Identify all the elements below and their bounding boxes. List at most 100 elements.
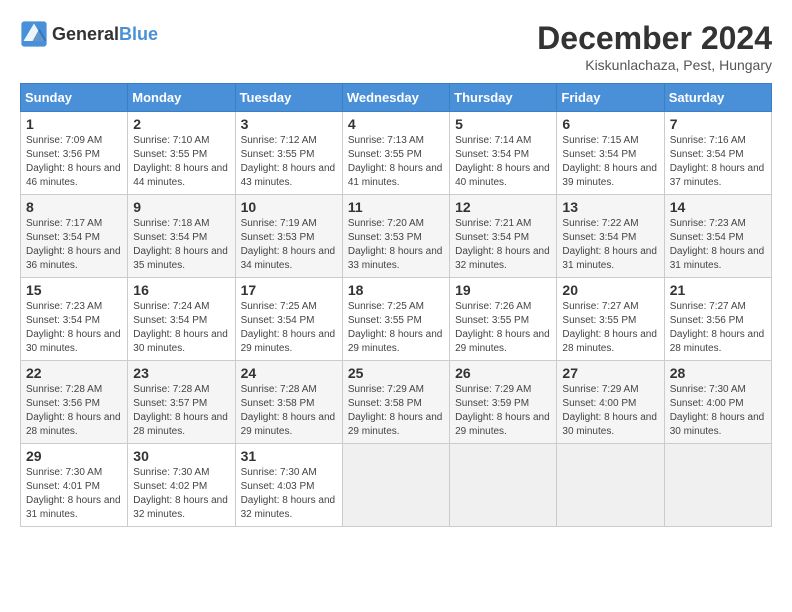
day-info: Sunrise: 7:10 AM Sunset: 3:55 PM Dayligh… [133, 134, 229, 190]
logo-general: General [52, 24, 119, 45]
day-info: Sunrise: 7:22 AM Sunset: 3:54 PM Dayligh… [562, 217, 658, 273]
calendar-week-row: 29 Sunrise: 7:30 AM Sunset: 4:01 PM Dayl… [21, 444, 772, 527]
calendar-week-row: 15 Sunrise: 7:23 AM Sunset: 3:54 PM Dayl… [21, 278, 772, 361]
day-number: 4 [348, 116, 444, 132]
calendar-cell: 5 Sunrise: 7:14 AM Sunset: 3:54 PM Dayli… [450, 112, 557, 195]
calendar-cell: 16 Sunrise: 7:24 AM Sunset: 3:54 PM Dayl… [128, 278, 235, 361]
day-number: 17 [241, 282, 337, 298]
day-number: 18 [348, 282, 444, 298]
day-info: Sunrise: 7:24 AM Sunset: 3:54 PM Dayligh… [133, 300, 229, 356]
header: GeneralBlue December 2024 Kiskunlachaza,… [20, 20, 772, 73]
day-number: 6 [562, 116, 658, 132]
day-info: Sunrise: 7:27 AM Sunset: 3:55 PM Dayligh… [562, 300, 658, 356]
calendar-cell: 6 Sunrise: 7:15 AM Sunset: 3:54 PM Dayli… [557, 112, 664, 195]
day-info: Sunrise: 7:26 AM Sunset: 3:55 PM Dayligh… [455, 300, 551, 356]
col-monday: Monday [128, 84, 235, 112]
day-number: 12 [455, 199, 551, 215]
calendar-cell: 20 Sunrise: 7:27 AM Sunset: 3:55 PM Dayl… [557, 278, 664, 361]
col-friday: Friday [557, 84, 664, 112]
calendar-cell: 23 Sunrise: 7:28 AM Sunset: 3:57 PM Dayl… [128, 361, 235, 444]
calendar-cell: 12 Sunrise: 7:21 AM Sunset: 3:54 PM Dayl… [450, 195, 557, 278]
calendar-cell: 19 Sunrise: 7:26 AM Sunset: 3:55 PM Dayl… [450, 278, 557, 361]
day-info: Sunrise: 7:12 AM Sunset: 3:55 PM Dayligh… [241, 134, 337, 190]
calendar-cell: 13 Sunrise: 7:22 AM Sunset: 3:54 PM Dayl… [557, 195, 664, 278]
calendar-cell: 14 Sunrise: 7:23 AM Sunset: 3:54 PM Dayl… [664, 195, 771, 278]
logo: GeneralBlue [20, 20, 158, 48]
day-info: Sunrise: 7:17 AM Sunset: 3:54 PM Dayligh… [26, 217, 122, 273]
calendar-cell: 28 Sunrise: 7:30 AM Sunset: 4:00 PM Dayl… [664, 361, 771, 444]
day-number: 25 [348, 365, 444, 381]
day-info: Sunrise: 7:30 AM Sunset: 4:02 PM Dayligh… [133, 466, 229, 522]
calendar-week-row: 22 Sunrise: 7:28 AM Sunset: 3:56 PM Dayl… [21, 361, 772, 444]
calendar-week-row: 1 Sunrise: 7:09 AM Sunset: 3:56 PM Dayli… [21, 112, 772, 195]
calendar-cell: 2 Sunrise: 7:10 AM Sunset: 3:55 PM Dayli… [128, 112, 235, 195]
day-number: 10 [241, 199, 337, 215]
day-number: 29 [26, 448, 122, 464]
day-number: 20 [562, 282, 658, 298]
day-info: Sunrise: 7:13 AM Sunset: 3:55 PM Dayligh… [348, 134, 444, 190]
day-info: Sunrise: 7:27 AM Sunset: 3:56 PM Dayligh… [670, 300, 766, 356]
calendar-cell: 17 Sunrise: 7:25 AM Sunset: 3:54 PM Dayl… [235, 278, 342, 361]
calendar-cell: 18 Sunrise: 7:25 AM Sunset: 3:55 PM Dayl… [342, 278, 449, 361]
day-info: Sunrise: 7:18 AM Sunset: 3:54 PM Dayligh… [133, 217, 229, 273]
day-info: Sunrise: 7:28 AM Sunset: 3:56 PM Dayligh… [26, 383, 122, 439]
day-info: Sunrise: 7:15 AM Sunset: 3:54 PM Dayligh… [562, 134, 658, 190]
calendar-cell: 8 Sunrise: 7:17 AM Sunset: 3:54 PM Dayli… [21, 195, 128, 278]
day-info: Sunrise: 7:28 AM Sunset: 3:57 PM Dayligh… [133, 383, 229, 439]
day-number: 11 [348, 199, 444, 215]
day-number: 3 [241, 116, 337, 132]
col-saturday: Saturday [664, 84, 771, 112]
day-info: Sunrise: 7:16 AM Sunset: 3:54 PM Dayligh… [670, 134, 766, 190]
day-number: 24 [241, 365, 337, 381]
calendar-cell: 4 Sunrise: 7:13 AM Sunset: 3:55 PM Dayli… [342, 112, 449, 195]
day-info: Sunrise: 7:30 AM Sunset: 4:03 PM Dayligh… [241, 466, 337, 522]
day-info: Sunrise: 7:30 AM Sunset: 4:00 PM Dayligh… [670, 383, 766, 439]
day-number: 21 [670, 282, 766, 298]
calendar-cell [664, 444, 771, 527]
day-info: Sunrise: 7:28 AM Sunset: 3:58 PM Dayligh… [241, 383, 337, 439]
col-sunday: Sunday [21, 84, 128, 112]
calendar-cell [557, 444, 664, 527]
title-area: December 2024 Kiskunlachaza, Pest, Hunga… [537, 20, 772, 73]
header-row: Sunday Monday Tuesday Wednesday Thursday… [21, 84, 772, 112]
day-number: 5 [455, 116, 551, 132]
day-info: Sunrise: 7:14 AM Sunset: 3:54 PM Dayligh… [455, 134, 551, 190]
calendar-cell [342, 444, 449, 527]
day-info: Sunrise: 7:25 AM Sunset: 3:55 PM Dayligh… [348, 300, 444, 356]
calendar-cell: 7 Sunrise: 7:16 AM Sunset: 3:54 PM Dayli… [664, 112, 771, 195]
col-tuesday: Tuesday [235, 84, 342, 112]
day-number: 16 [133, 282, 229, 298]
calendar-cell: 29 Sunrise: 7:30 AM Sunset: 4:01 PM Dayl… [21, 444, 128, 527]
day-number: 14 [670, 199, 766, 215]
calendar-cell: 30 Sunrise: 7:30 AM Sunset: 4:02 PM Dayl… [128, 444, 235, 527]
day-info: Sunrise: 7:23 AM Sunset: 3:54 PM Dayligh… [670, 217, 766, 273]
col-wednesday: Wednesday [342, 84, 449, 112]
day-info: Sunrise: 7:20 AM Sunset: 3:53 PM Dayligh… [348, 217, 444, 273]
calendar-title: December 2024 [537, 20, 772, 57]
calendar-cell: 31 Sunrise: 7:30 AM Sunset: 4:03 PM Dayl… [235, 444, 342, 527]
calendar-cell: 27 Sunrise: 7:29 AM Sunset: 4:00 PM Dayl… [557, 361, 664, 444]
day-info: Sunrise: 7:29 AM Sunset: 3:59 PM Dayligh… [455, 383, 551, 439]
general-blue-icon [20, 20, 48, 48]
logo-blue: Blue [119, 24, 158, 45]
day-number: 26 [455, 365, 551, 381]
day-info: Sunrise: 7:30 AM Sunset: 4:01 PM Dayligh… [26, 466, 122, 522]
day-info: Sunrise: 7:25 AM Sunset: 3:54 PM Dayligh… [241, 300, 337, 356]
day-number: 9 [133, 199, 229, 215]
day-number: 22 [26, 365, 122, 381]
calendar-cell: 22 Sunrise: 7:28 AM Sunset: 3:56 PM Dayl… [21, 361, 128, 444]
day-info: Sunrise: 7:29 AM Sunset: 3:58 PM Dayligh… [348, 383, 444, 439]
day-info: Sunrise: 7:29 AM Sunset: 4:00 PM Dayligh… [562, 383, 658, 439]
day-info: Sunrise: 7:23 AM Sunset: 3:54 PM Dayligh… [26, 300, 122, 356]
calendar-table: Sunday Monday Tuesday Wednesday Thursday… [20, 83, 772, 527]
day-number: 30 [133, 448, 229, 464]
calendar-cell: 10 Sunrise: 7:19 AM Sunset: 3:53 PM Dayl… [235, 195, 342, 278]
day-info: Sunrise: 7:09 AM Sunset: 3:56 PM Dayligh… [26, 134, 122, 190]
day-number: 31 [241, 448, 337, 464]
calendar-cell: 24 Sunrise: 7:28 AM Sunset: 3:58 PM Dayl… [235, 361, 342, 444]
day-number: 1 [26, 116, 122, 132]
col-thursday: Thursday [450, 84, 557, 112]
calendar-cell: 9 Sunrise: 7:18 AM Sunset: 3:54 PM Dayli… [128, 195, 235, 278]
day-number: 13 [562, 199, 658, 215]
calendar-cell: 25 Sunrise: 7:29 AM Sunset: 3:58 PM Dayl… [342, 361, 449, 444]
